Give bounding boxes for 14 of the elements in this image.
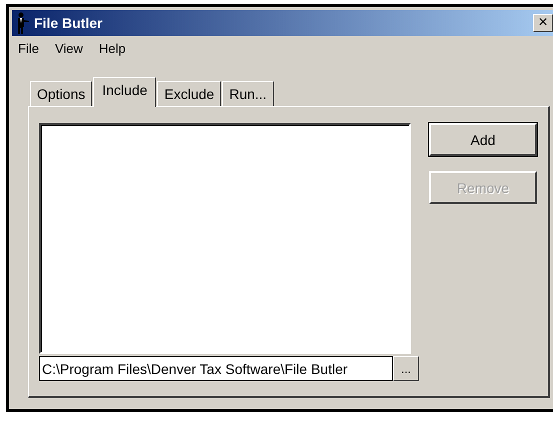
tab[interactable]: Options [30,81,92,106]
button[interactable]: Add [429,123,537,156]
browse-button[interactable]: ... [393,356,419,381]
menu-item[interactable]: File [18,41,39,57]
menu-item[interactable]: View [54,41,83,57]
list-box[interactable] [39,123,411,354]
tab[interactable]: Include [93,77,156,107]
tab[interactable]: Run... [222,81,274,106]
close-button[interactable]: × [533,14,553,32]
path-field[interactable]: C:\Program Files\Denver Tax Software\File Butler [39,356,393,381]
butler-icon [16,12,30,34]
window-title: File Butler [34,15,104,31]
menu-item[interactable]: Help [98,41,126,57]
tab[interactable]: Exclude [157,81,222,106]
